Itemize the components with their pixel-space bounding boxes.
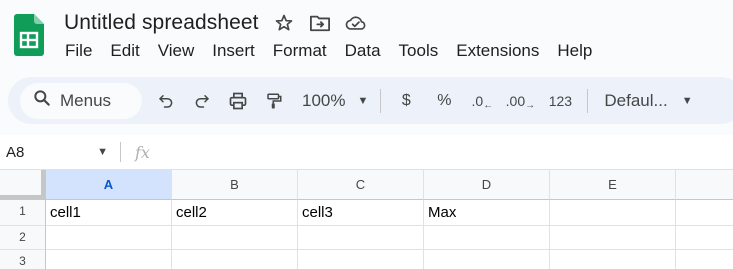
font-select[interactable]: Defaul... ▼	[594, 86, 692, 116]
menu-insert[interactable]: Insert	[203, 39, 264, 63]
column-header-d[interactable]: D	[424, 170, 550, 200]
row-header[interactable]: 3	[0, 250, 46, 269]
google-sheets-logo[interactable]	[14, 14, 44, 56]
chevron-down-icon: ▼	[357, 94, 369, 107]
formula-divider	[120, 142, 121, 162]
menu-file[interactable]: File	[56, 39, 101, 63]
decrease-decimal-label: .0	[471, 92, 484, 109]
font-value: Defaul...	[604, 90, 668, 110]
row-header[interactable]: 1	[0, 200, 46, 226]
zoom-select[interactable]: 100% ▼	[296, 86, 374, 116]
menu-help[interactable]: Help	[548, 39, 601, 63]
more-formats-button[interactable]: 123	[539, 86, 581, 116]
cell-f1[interactable]	[676, 200, 733, 226]
cell-c3[interactable]	[298, 250, 424, 269]
cell-e2[interactable]	[550, 226, 676, 250]
cell-a2[interactable]	[46, 226, 172, 250]
search-icon	[32, 88, 52, 113]
cell-a1[interactable]: cell1	[46, 200, 172, 226]
toolbar: Menus 100% ▼ $ % .0 ← .00 → 123 Defaul..…	[8, 77, 733, 124]
undo-icon[interactable]	[148, 86, 184, 116]
column-header-c[interactable]: C	[298, 170, 424, 200]
formula-bar: A8 ▼ fx	[0, 135, 733, 170]
cell-d2[interactable]	[424, 226, 550, 250]
menu-edit[interactable]: Edit	[101, 39, 148, 63]
cell-f3[interactable]	[676, 250, 733, 269]
name-box-value: A8	[6, 143, 25, 161]
menu-format[interactable]: Format	[264, 39, 336, 63]
cell-c1[interactable]: cell3	[298, 200, 424, 226]
row-header[interactable]: 2	[0, 226, 46, 250]
cell-b1[interactable]: cell2	[172, 200, 298, 226]
cell-e1[interactable]	[550, 200, 676, 226]
increase-decimal-label: .00	[505, 92, 526, 109]
decrease-decimal-button[interactable]: .0 ←	[463, 86, 501, 116]
arrow-left-icon: ←	[483, 100, 494, 111]
toolbar-divider	[587, 88, 589, 113]
menu-data[interactable]: Data	[336, 39, 390, 63]
cell-b2[interactable]	[172, 226, 298, 250]
star-icon[interactable]	[273, 12, 295, 34]
menu-view[interactable]: View	[149, 39, 204, 63]
document-title[interactable]: Untitled spreadsheet	[64, 11, 259, 35]
menu-extensions[interactable]: Extensions	[447, 39, 548, 63]
column-header-a[interactable]: A	[46, 170, 172, 200]
chevron-down-icon: ▼	[681, 94, 693, 107]
menu-bar: File Edit View Insert Format Data Tools …	[56, 38, 601, 64]
increase-decimal-button[interactable]: .00 →	[501, 86, 539, 116]
print-icon[interactable]	[220, 86, 256, 116]
cell-f2[interactable]	[676, 226, 733, 250]
cloud-status-icon[interactable]	[345, 12, 367, 34]
spreadsheet-grid: A B C D E 1 cell1 cell2 cell3 Max 2 3	[0, 170, 733, 269]
column-header-b[interactable]: B	[172, 170, 298, 200]
zoom-value: 100%	[302, 90, 346, 110]
redo-icon[interactable]	[184, 86, 220, 116]
arrow-right-icon: →	[525, 100, 536, 111]
search-menus-label: Menus	[60, 90, 112, 110]
name-box[interactable]: A8 ▼	[0, 135, 112, 169]
toolbar-divider	[380, 88, 382, 113]
format-percent-button[interactable]: %	[425, 86, 463, 116]
search-menus-button[interactable]: Menus	[20, 82, 142, 119]
cell-c2[interactable]	[298, 226, 424, 250]
format-currency-button[interactable]: $	[387, 86, 425, 116]
move-folder-icon[interactable]	[309, 12, 331, 34]
freeze-row-handle[interactable]	[0, 195, 45, 199]
paint-format-icon[interactable]	[256, 86, 292, 116]
chevron-down-icon: ▼	[97, 146, 108, 158]
cell-b3[interactable]	[172, 250, 298, 269]
select-all-corner[interactable]	[0, 170, 46, 200]
fx-icon: fx	[135, 142, 150, 162]
cell-a3[interactable]	[46, 250, 172, 269]
cell-d1[interactable]: Max	[424, 200, 550, 226]
column-header-f[interactable]	[676, 170, 733, 200]
menu-tools[interactable]: Tools	[390, 39, 448, 63]
column-header-e[interactable]: E	[550, 170, 676, 200]
cell-e3[interactable]	[550, 250, 676, 269]
cell-d3[interactable]	[424, 250, 550, 269]
